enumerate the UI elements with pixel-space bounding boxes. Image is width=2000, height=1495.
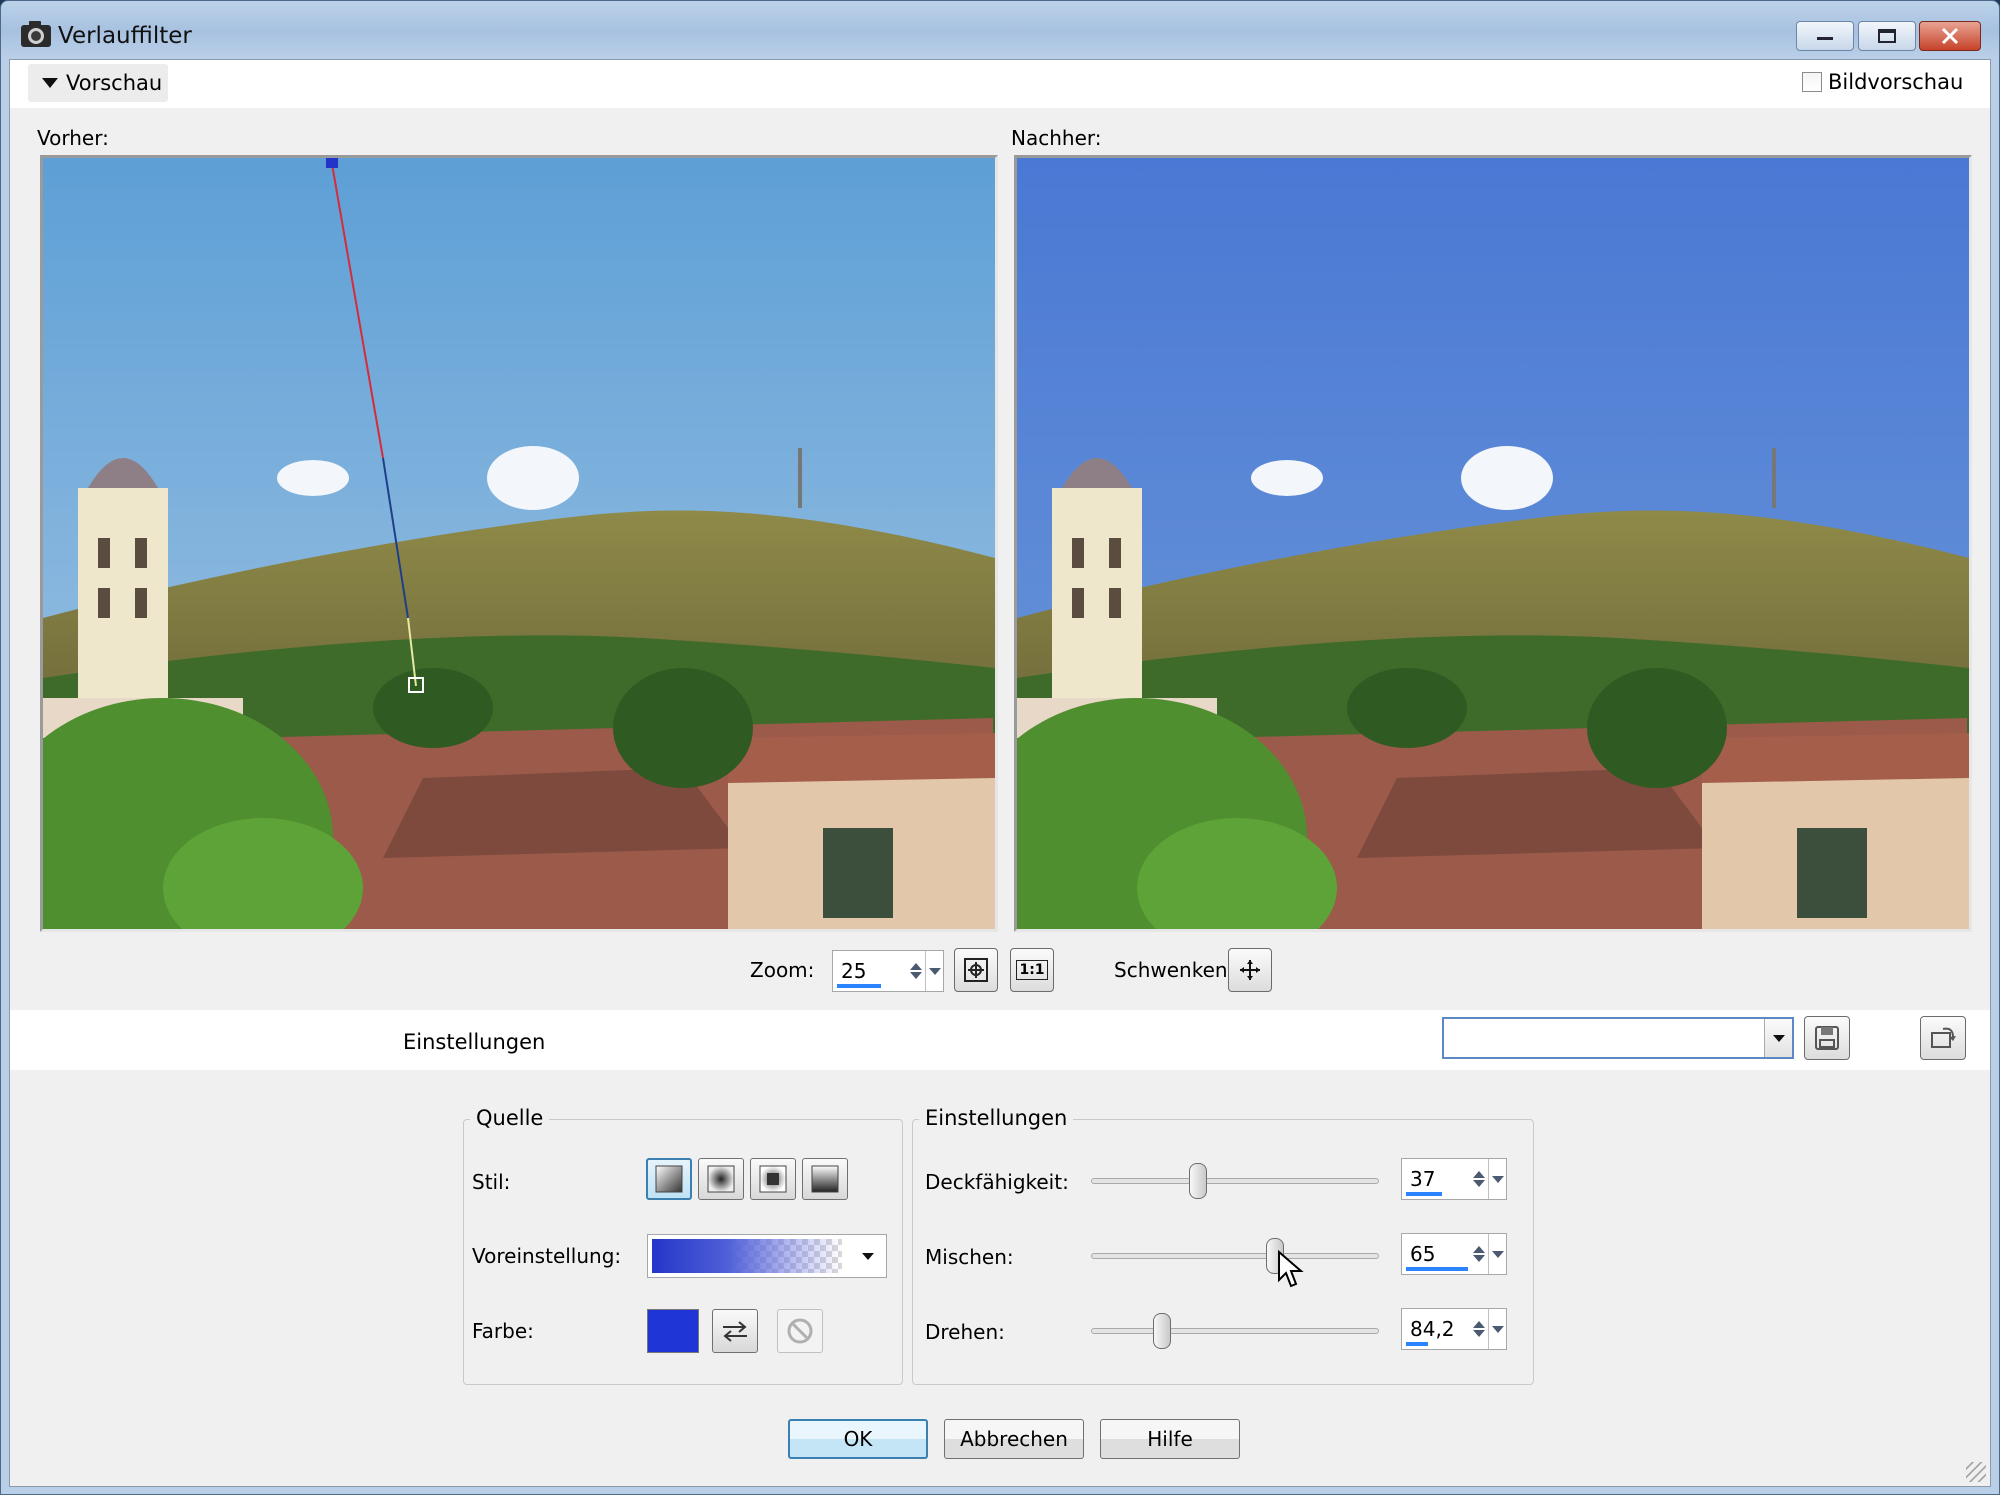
reset-icon (1931, 1027, 1956, 1048)
gradient-preview (652, 1239, 842, 1273)
save-preset-button[interactable] (1804, 1016, 1850, 1060)
zoom-fit-button[interactable] (954, 948, 998, 992)
opacity-value[interactable]: 37 (1410, 1167, 1435, 1191)
close-button[interactable] (1919, 21, 1981, 51)
actual-size-label: 1:1 (1016, 960, 1048, 980)
camera-icon (21, 21, 51, 47)
source-group: Quelle Stil: Voreinstellung: Farbe: (463, 1106, 903, 1385)
opacity-label: Deckfähigkeit: (925, 1170, 1069, 1194)
settings-title: Einstellungen (403, 1030, 546, 1054)
chevron-down-icon[interactable] (1764, 1019, 1792, 1057)
rotate-dropdown[interactable] (1488, 1309, 1506, 1349)
dialog-window: Verlauffilter Vorschau Bildvorschau Vorh… (0, 0, 2000, 1495)
before-image[interactable] (40, 155, 998, 932)
chevron-down-icon[interactable] (862, 1253, 874, 1260)
style-radial-button[interactable] (698, 1158, 744, 1200)
style-rectangular-button[interactable] (750, 1158, 796, 1200)
preview-toggle-label: Vorschau (66, 71, 163, 95)
minimize-icon (1817, 37, 1833, 40)
elliptical-gradient-icon (811, 1165, 839, 1193)
swap-icon (723, 1321, 747, 1342)
opacity-input[interactable]: 37 (1401, 1158, 1507, 1200)
gradient-preset-select[interactable] (647, 1234, 887, 1278)
before-label: Vorher: (37, 126, 109, 150)
rotate-spinner[interactable] (1470, 1309, 1488, 1349)
preset-label: Voreinstellung: (472, 1244, 622, 1268)
maximize-icon (1878, 29, 1896, 43)
resize-grip[interactable] (1966, 1462, 1986, 1482)
close-icon (1941, 27, 1959, 45)
radial-gradient-icon (707, 1165, 735, 1193)
zoom-toolbar: Zoom: 25 1:1 Schwenken: (10, 946, 1990, 994)
opacity-spinner[interactable] (1470, 1159, 1488, 1199)
blend-input[interactable]: 65 (1401, 1233, 1507, 1275)
image-preview-label: Bildvorschau (1828, 70, 1964, 94)
checkbox-box[interactable] (1802, 72, 1822, 92)
blend-slider[interactable] (1091, 1253, 1379, 1259)
after-label: Nachher: (1011, 126, 1102, 150)
style-linear-button[interactable] (646, 1158, 692, 1200)
blend-value[interactable]: 65 (1410, 1242, 1435, 1266)
rotate-label: Drehen: (925, 1320, 1005, 1344)
rotate-input[interactable]: 84,2 (1401, 1308, 1507, 1350)
adjust-group-title: Einstellungen (919, 1106, 1074, 1130)
color-label: Farbe: (472, 1319, 534, 1343)
swap-colors-button[interactable] (712, 1309, 758, 1353)
ok-button[interactable]: OK (788, 1419, 928, 1459)
actual-size-button[interactable]: 1:1 (1010, 948, 1054, 992)
save-icon (1815, 1026, 1839, 1050)
maximize-button[interactable] (1858, 21, 1916, 51)
move-icon (1240, 960, 1260, 980)
help-button[interactable]: Hilfe (1100, 1419, 1240, 1459)
opacity-slider-thumb[interactable] (1189, 1163, 1207, 1199)
dialog-client: Vorschau Bildvorschau Vorher: Nachher: Z… (9, 59, 1991, 1487)
preset-select[interactable] (1442, 1017, 1794, 1059)
cancel-button[interactable]: Abbrechen (944, 1419, 1084, 1459)
mouse-cursor-icon (1278, 1250, 1304, 1288)
minimize-button[interactable] (1796, 21, 1854, 51)
style-elliptical-button[interactable] (802, 1158, 848, 1200)
after-image[interactable] (1014, 155, 1972, 932)
chevron-down-icon (42, 78, 58, 88)
rotate-slider-thumb[interactable] (1153, 1313, 1171, 1349)
prohibited-icon (787, 1318, 813, 1344)
settings-header: Einstellungen (10, 1010, 1990, 1070)
adjust-group: Einstellungen Deckfähigkeit: 37 Mischen:… (912, 1106, 1534, 1385)
image-preview-checkbox[interactable]: Bildvorschau (1802, 70, 1963, 94)
opacity-dropdown[interactable] (1488, 1159, 1506, 1199)
reset-preset-button[interactable] (1920, 1016, 1966, 1060)
source-group-title: Quelle (470, 1106, 550, 1130)
blend-label: Mischen: (925, 1245, 1014, 1269)
rectangular-gradient-icon (759, 1165, 787, 1193)
no-color-button[interactable] (777, 1309, 823, 1353)
preview-toggle[interactable]: Vorschau (28, 64, 168, 102)
rotate-slider[interactable] (1091, 1328, 1379, 1334)
zoom-fit-icon (964, 958, 988, 982)
rotate-value[interactable]: 84,2 (1410, 1317, 1455, 1341)
pan-label: Schwenken: (1114, 958, 1235, 982)
title-bar[interactable]: Verlauffilter (1, 1, 1999, 59)
zoom-spinner[interactable] (907, 951, 925, 991)
zoom-value[interactable]: 25 (841, 959, 866, 983)
opacity-slider[interactable] (1091, 1178, 1379, 1184)
zoom-input[interactable]: 25 (832, 950, 944, 992)
blend-dropdown[interactable] (1488, 1234, 1506, 1274)
window-title: Verlauffilter (58, 23, 192, 49)
color-swatch[interactable] (647, 1309, 699, 1353)
zoom-dropdown[interactable] (925, 951, 943, 991)
linear-gradient-icon (655, 1165, 683, 1193)
blend-spinner[interactable] (1470, 1234, 1488, 1274)
pan-button[interactable] (1228, 948, 1272, 992)
zoom-label: Zoom: (750, 958, 815, 982)
preview-bar: Vorschau Bildvorschau (10, 60, 1990, 108)
style-label: Stil: (472, 1170, 511, 1194)
